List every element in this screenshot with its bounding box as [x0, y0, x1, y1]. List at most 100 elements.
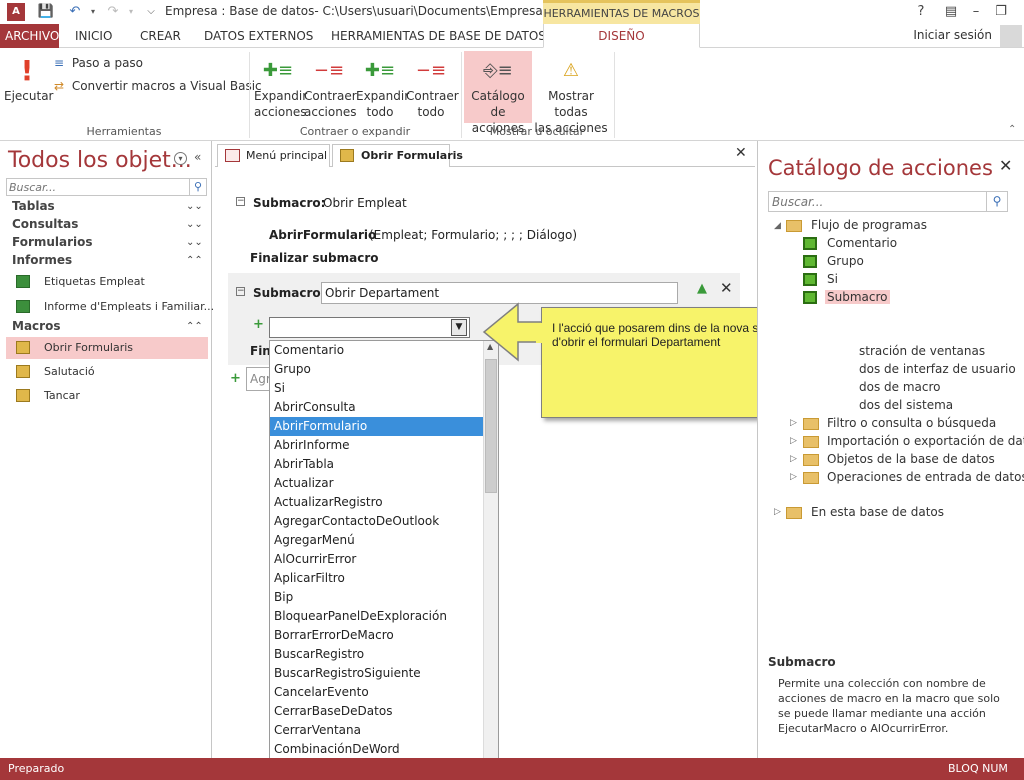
ribbon-display-icon[interactable]: ▤ [938, 2, 964, 22]
action-dropdown-list[interactable]: Comentario Grupo Si AbrirConsulta AbrirFormu… [269, 340, 499, 776]
dropdown-option[interactable]: AplicarFiltro [270, 569, 484, 588]
collapse-chevron-icon[interactable]: ⌃⌃ [186, 321, 203, 332]
tree-item-submacro[interactable]: Submacro [825, 290, 890, 304]
nav-item-report[interactable]: Etiquetas Empleat [6, 271, 208, 293]
tree-item-si[interactable]: Si [827, 272, 838, 286]
nav-item-report[interactable]: Informe d'Empleats i Familiar... [6, 296, 214, 318]
tree-collapsed-arrow-icon[interactable]: ▷ [790, 454, 797, 464]
tree-collapsed-arrow-icon[interactable]: ▷ [790, 472, 797, 482]
convertir-macros-button[interactable]: ⇄ Convertir macros a Visual Basic [54, 78, 262, 94]
save-icon[interactable]: 💾 [37, 3, 55, 21]
redo-icon[interactable]: ↷ [104, 3, 122, 21]
tree-item-partial[interactable]: dos de interfaz de usuario [859, 362, 1016, 376]
dropdown-option[interactable]: CerrarBaseDeDatos [270, 702, 484, 721]
catalogo-acciones-button[interactable]: ⎆≡ Catálogo de acciones [464, 51, 532, 135]
tree-collapsed-arrow-icon[interactable]: ▷ [790, 418, 797, 428]
expandir-acciones-button[interactable]: ✚≡ Expandir acciones [254, 54, 307, 120]
collapse-submacro-icon[interactable]: − [236, 287, 245, 296]
tree-item-comentario[interactable]: Comentario [827, 236, 897, 250]
expandir-todo-button[interactable]: ✚≡ Expandir todo [356, 54, 409, 120]
dropdown-option[interactable]: Actualizar [270, 474, 484, 493]
redo-dropdown-icon[interactable]: ▾ [122, 3, 140, 21]
paso-a-paso-button[interactable]: ≡ Paso a paso [54, 55, 143, 71]
nav-item-macro[interactable]: Salutació [6, 361, 208, 383]
nav-item-macro[interactable]: Tancar [6, 385, 208, 407]
tree-folder-operaciones[interactable]: Operaciones de entrada de datos [827, 470, 1024, 484]
dropdown-option[interactable]: Grupo [270, 360, 484, 379]
shutter-bar-icon[interactable]: « [194, 150, 201, 164]
combobox-dropdown-arrow-icon[interactable]: ▼ [451, 319, 467, 336]
dropdown-option[interactable]: BloquearPanelDeExploración [270, 607, 484, 626]
contraer-acciones-button[interactable]: −≡ Contraer acciones [304, 54, 357, 120]
tab-archivo[interactable]: ARCHIVO [0, 24, 59, 48]
dropdown-option[interactable]: AlOcurrirError [270, 550, 484, 569]
tree-item-partial[interactable]: stración de ventanas [859, 344, 985, 358]
nav-section-formularios[interactable]: Formularios [12, 235, 93, 249]
dropdown-option[interactable]: AgregarMenú [270, 531, 484, 550]
doctab-obrir-formularis[interactable]: Obrir Formularis [332, 144, 463, 168]
nav-search-input[interactable] [6, 178, 190, 196]
tab-inicio[interactable]: INICIO [65, 24, 122, 48]
dropdown-option[interactable]: BorrarErrorDeMacro [270, 626, 484, 645]
dropdown-option[interactable]: AbrirTabla [270, 455, 484, 474]
action-name[interactable]: AbrirFormulario [269, 228, 376, 242]
ejecutar-button[interactable]: ! Ejecutar [4, 54, 54, 104]
dropdown-option[interactable]: CancelarEvento [270, 683, 484, 702]
collapse-ribbon-icon[interactable]: ⌃ [1008, 124, 1016, 135]
tree-folder-objetos[interactable]: Objetos de la base de datos [827, 452, 995, 466]
dropdown-option[interactable]: AbrirFormulario [270, 417, 484, 436]
dropdown-option[interactable]: Comentario [270, 341, 484, 360]
nav-section-informes[interactable]: Informes [12, 253, 72, 267]
nav-section-macros[interactable]: Macros [12, 319, 60, 333]
dropdown-option[interactable]: AgregarContactoDeOutlook [270, 512, 484, 531]
undo-dropdown-icon[interactable]: ▾ [84, 3, 102, 21]
help-button[interactable]: ? [908, 2, 934, 22]
add-new-action-combobox[interactable]: Agr [246, 367, 270, 391]
tab-diseno[interactable]: DISEÑO [543, 24, 700, 48]
tree-flujo-programas[interactable]: Flujo de programas [811, 218, 927, 232]
collapse-submacro-icon[interactable]: − [236, 197, 245, 206]
close-document-icon[interactable]: ✕ [735, 145, 747, 161]
tab-herramientas-bd[interactable]: HERRAMIENTAS DE BASE DE DATOS [321, 24, 556, 48]
nav-section-tablas[interactable]: Tablas [12, 199, 55, 213]
add-action-combobox[interactable] [269, 317, 470, 338]
mostrar-todas-button[interactable]: ⚠ Mostrar todas las acciones [533, 54, 609, 136]
customize-toolbar-icon[interactable]: ⌵ [142, 3, 160, 21]
close-catalog-icon[interactable]: ✕ [999, 156, 1012, 175]
tree-item-partial[interactable]: dos de macro [859, 380, 941, 394]
catalog-search-input[interactable] [768, 191, 987, 212]
expand-chevron-icon[interactable]: ⌄⌄ [186, 219, 203, 230]
dropdown-option[interactable]: ActualizarRegistro [270, 493, 484, 512]
expand-chevron-icon[interactable]: ⌄⌄ [186, 201, 203, 212]
nav-section-consultas[interactable]: Consultas [12, 217, 78, 231]
tab-crear[interactable]: CREAR [130, 24, 191, 48]
access-logo-icon[interactable]: A [7, 3, 25, 21]
move-up-icon[interactable]: ▲ [697, 281, 707, 296]
search-icon[interactable]: ⚲ [986, 191, 1008, 212]
dropdown-option[interactable]: BuscarRegistroSiguiente [270, 664, 484, 683]
dropdown-option[interactable]: BuscarRegistro [270, 645, 484, 664]
expand-chevron-icon[interactable]: ⌄⌄ [186, 237, 203, 248]
nav-title[interactable]: Todos los objet... [8, 148, 192, 173]
add-action-plus-icon[interactable]: + [253, 317, 264, 332]
tree-item-grupo[interactable]: Grupo [827, 254, 864, 268]
dropdown-option[interactable]: CombinaciónDeWord [270, 740, 484, 759]
dropdown-option[interactable]: Si [270, 379, 484, 398]
undo-icon[interactable]: ↶ [66, 3, 84, 21]
search-icon[interactable]: ⚲ [189, 178, 207, 196]
dropdown-option[interactable]: AbrirConsulta [270, 398, 484, 417]
scrollbar-thumb[interactable] [485, 359, 497, 493]
add-new-action-plus-icon[interactable]: + [230, 371, 241, 386]
tree-item-partial[interactable]: dos del sistema [859, 398, 953, 412]
tree-folder-importacion[interactable]: Importación o exportación de datc [827, 434, 1024, 448]
tree-folder-filtro[interactable]: Filtro o consulta o búsqueda [827, 416, 996, 430]
doctab-menu-principal[interactable]: Menú principal [217, 144, 330, 167]
dropdown-scrollbar[interactable]: ▲ ▼ [483, 341, 498, 775]
restore-button[interactable]: ❐ [988, 2, 1014, 22]
contraer-todo-button[interactable]: −≡ Contraer todo [406, 54, 459, 120]
delete-icon[interactable]: ✕ [720, 279, 733, 297]
dropdown-option[interactable]: AbrirInforme [270, 436, 484, 455]
tab-datos-externos[interactable]: DATOS EXTERNOS [194, 24, 323, 48]
nav-item-macro[interactable]: Obrir Formularis [6, 337, 208, 359]
minimize-button[interactable]: – [963, 2, 989, 22]
